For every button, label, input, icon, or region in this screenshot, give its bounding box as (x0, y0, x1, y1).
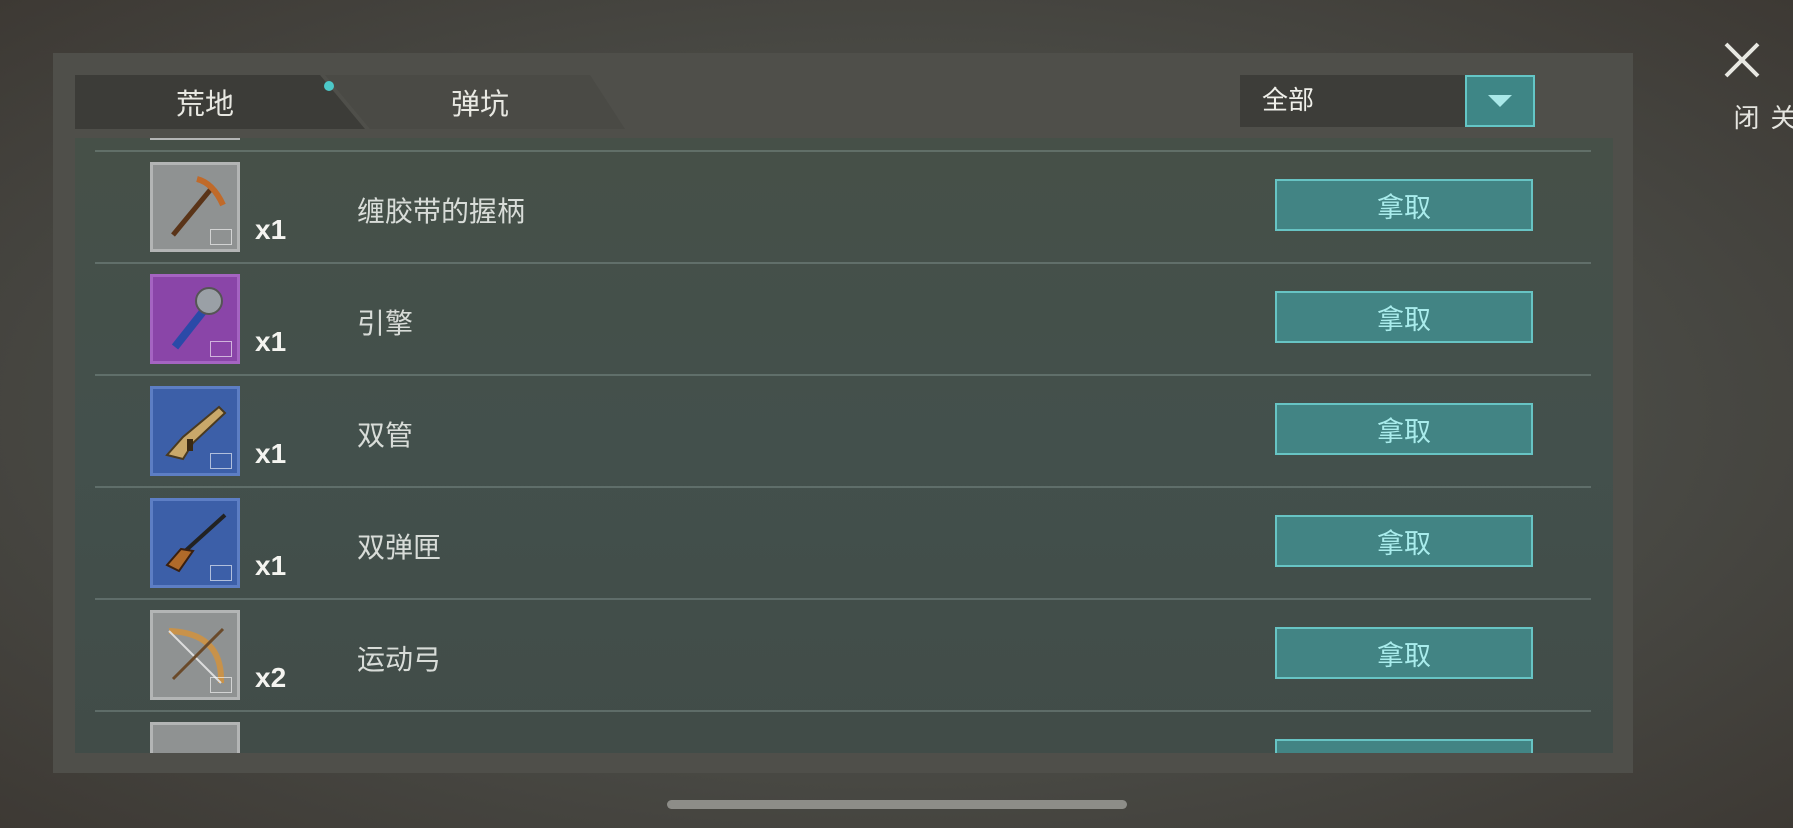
item-quantity: x1 (255, 214, 287, 245)
close-label[interactable]: 关闭 (1726, 104, 1793, 130)
take-button-partial[interactable] (1275, 739, 1533, 753)
pickaxe-icon (150, 162, 240, 252)
blueprint-tag (210, 341, 232, 357)
tab-label: 荒地 (175, 87, 234, 121)
take-button[interactable]: 拿取 (1275, 515, 1533, 567)
item-quantity: x1 (255, 438, 287, 469)
close-control[interactable]: 关闭 (1718, 36, 1793, 130)
assault-rifle-icon (150, 386, 240, 476)
tab-wasteland[interactable]: 荒地 (75, 75, 365, 129)
list-item: x1 双管 拿取 (95, 374, 1591, 488)
list-item: x1 双弹匣 拿取 (95, 486, 1591, 600)
list-item-partial (95, 710, 1591, 753)
tab-crater[interactable]: 弹坑 (325, 75, 625, 129)
notification-dot (324, 81, 334, 91)
take-button[interactable]: 拿取 (1275, 627, 1533, 679)
item-quantity: x2 (255, 662, 287, 693)
item-name: 引擎 (357, 307, 414, 340)
list-item: x2 运动弓 拿取 (95, 598, 1591, 712)
filter-dropdown[interactable]: 全部 (1240, 75, 1535, 127)
blueprint-tag (210, 229, 232, 245)
take-button[interactable]: 拿取 (1275, 403, 1533, 455)
item-list[interactable]: x1 缠胶带的握柄 拿取 x1 引擎 拿取 x1 双管 拿取 x1 双弹匣 拿取… (75, 138, 1613, 753)
dropdown-button[interactable] (1465, 75, 1535, 127)
list-item: x1 引擎 拿取 (95, 262, 1591, 376)
tab-label: 弹坑 (450, 87, 509, 121)
close-icon[interactable] (1718, 36, 1766, 84)
item-quantity: x1 (255, 550, 287, 581)
filter-selected-value: 全部 (1262, 86, 1315, 116)
item-icon (150, 138, 240, 140)
sniper-rifle-icon (150, 498, 240, 588)
blueprint-tag (210, 677, 232, 693)
take-button[interactable]: 拿取 (1275, 179, 1533, 231)
chevron-down-icon (1488, 95, 1512, 107)
mace-icon (150, 274, 240, 364)
blueprint-tag (210, 453, 232, 469)
item-name: 双弹匣 (357, 531, 442, 564)
item-name: 缠胶带的握柄 (357, 195, 526, 228)
item-icon (150, 722, 240, 753)
item-name: 双管 (357, 419, 414, 452)
loot-panel: 弹坑 荒地 全部 x1 缠胶带的握柄 拿取 x1 引擎 拿取 x1 双管 拿取 … (53, 53, 1633, 773)
item-quantity: x1 (255, 326, 287, 357)
item-name: 运动弓 (357, 643, 442, 676)
home-indicator[interactable] (667, 800, 1127, 809)
list-item: x1 缠胶带的握柄 拿取 (95, 150, 1591, 264)
take-button[interactable]: 拿取 (1275, 291, 1533, 343)
blueprint-tag (210, 565, 232, 581)
bow-icon (150, 610, 240, 700)
